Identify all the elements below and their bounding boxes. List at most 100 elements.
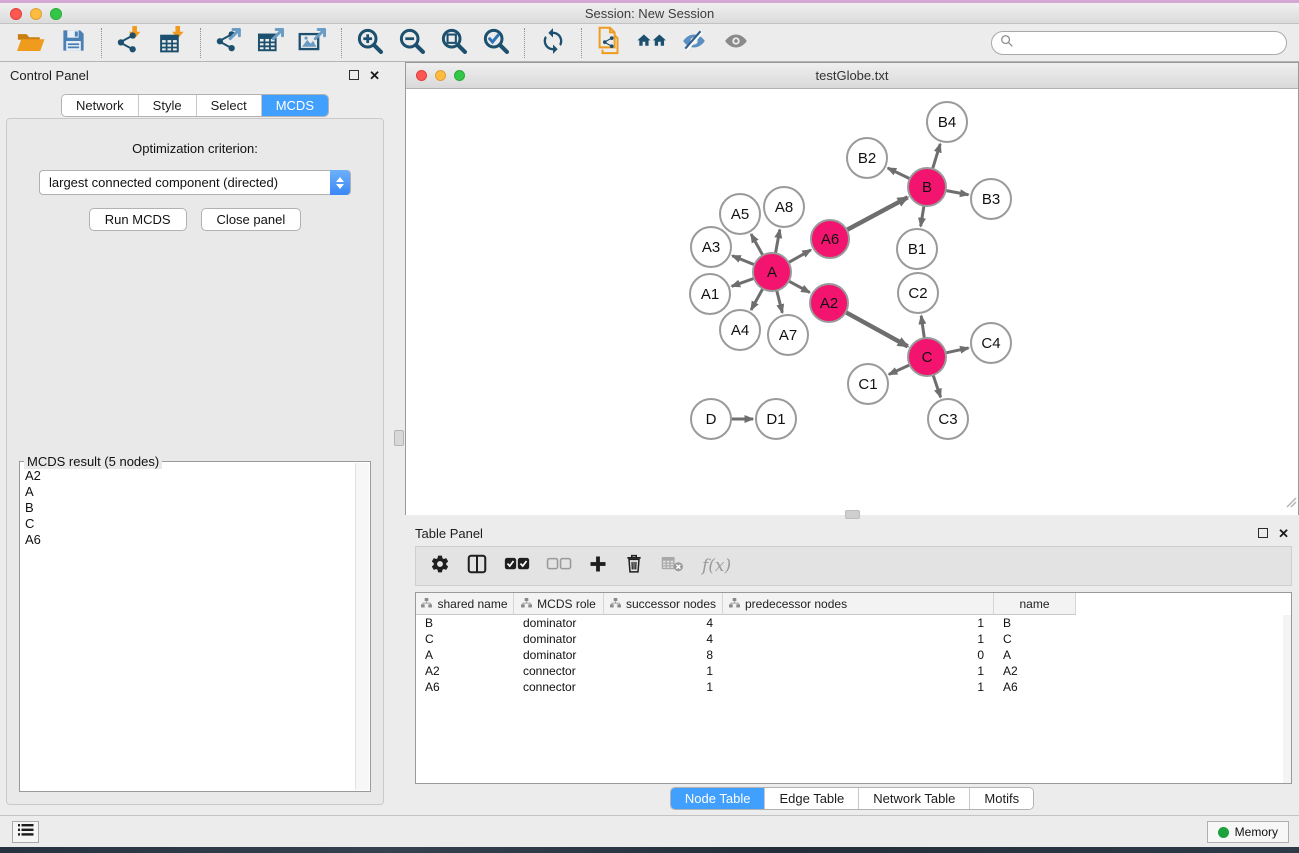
edge-A-A1[interactable]: [732, 278, 754, 286]
edge-C-C2[interactable]: [921, 316, 924, 338]
network-canvas[interactable]: AA1A2A3A4A5A6A7A8BB1B2B3B4CC1C2C3C4DD1: [406, 90, 1298, 515]
edge-A2-C[interactable]: [846, 312, 908, 346]
import-network-button[interactable]: [109, 27, 151, 59]
table-tab-motifs[interactable]: Motifs: [969, 788, 1033, 809]
edge-C-C1[interactable]: [889, 365, 910, 375]
node-A1[interactable]: A1: [690, 274, 730, 314]
node-A7[interactable]: A7: [768, 315, 808, 355]
float-panel-icon[interactable]: [349, 70, 359, 80]
edge-A-A6[interactable]: [789, 250, 811, 263]
close-panel-icon[interactable]: ✕: [369, 69, 380, 82]
table-row[interactable]: Adominator80A: [416, 647, 1291, 663]
zoom-in-button[interactable]: [349, 27, 391, 59]
delete-column-button[interactable]: [624, 553, 644, 580]
column-header-shared-name[interactable]: shared name: [416, 593, 514, 615]
panel-divider-grip[interactable]: [394, 430, 404, 446]
edge-B-B4[interactable]: [933, 144, 941, 169]
tab-style[interactable]: Style: [138, 95, 196, 116]
column-header-successor-nodes[interactable]: successor nodes: [604, 593, 723, 615]
zoom-fit-button[interactable]: [433, 27, 475, 59]
table-row[interactable]: Cdominator41C: [416, 631, 1291, 647]
settings-gear-button[interactable]: [430, 554, 450, 579]
table-scrollbar[interactable]: [1283, 615, 1291, 783]
zoom-selected-button[interactable]: [475, 27, 517, 59]
node-B2[interactable]: B2: [847, 138, 887, 178]
table-row[interactable]: Bdominator41B: [416, 615, 1291, 631]
overview-home-button[interactable]: [631, 27, 673, 59]
save-session-button[interactable]: [52, 27, 94, 59]
edge-A6-B[interactable]: [847, 197, 908, 230]
edge-A-A2[interactable]: [789, 281, 810, 292]
mcds-result-item[interactable]: A: [22, 484, 354, 500]
tab-select[interactable]: Select: [196, 95, 261, 116]
export-network-button[interactable]: [208, 27, 250, 59]
mcds-result-item[interactable]: A2: [22, 468, 354, 484]
edge-B-B1[interactable]: [921, 206, 924, 227]
search-input[interactable]: [1019, 36, 1278, 51]
edge-A-A4[interactable]: [751, 289, 763, 310]
column-header-name[interactable]: name: [994, 593, 1076, 615]
node-B4[interactable]: B4: [927, 102, 967, 142]
node-A4[interactable]: A4: [720, 310, 760, 350]
close-network-button[interactable]: [416, 70, 427, 81]
clone-network-button[interactable]: [589, 27, 631, 59]
minimize-network-button[interactable]: [435, 70, 446, 81]
node-C1[interactable]: C1: [848, 364, 888, 404]
minimize-window-button[interactable]: [30, 8, 42, 20]
export-image-button[interactable]: [292, 27, 334, 59]
node-B1[interactable]: B1: [897, 229, 937, 269]
select-all-checkboxes-button[interactable]: [504, 556, 530, 577]
edge-C-C3[interactable]: [933, 375, 941, 397]
table-row[interactable]: A6connector11A6: [416, 679, 1291, 695]
node-D[interactable]: D: [691, 399, 731, 439]
node-C4[interactable]: C4: [971, 323, 1011, 363]
edge-C-C4[interactable]: [946, 348, 969, 353]
edge-A-A7[interactable]: [777, 290, 783, 312]
table-tab-network-table[interactable]: Network Table: [858, 788, 969, 809]
mcds-result-item[interactable]: B: [22, 500, 354, 516]
table-tab-node-table[interactable]: Node Table: [671, 788, 765, 809]
table-row[interactable]: A2connector11A2: [416, 663, 1291, 679]
zoom-network-button[interactable]: [454, 70, 465, 81]
import-table-button[interactable]: [151, 27, 193, 59]
node-D1[interactable]: D1: [756, 399, 796, 439]
mcds-result-item[interactable]: A6: [22, 532, 354, 548]
open-session-button[interactable]: [10, 27, 52, 59]
edge-A-A5[interactable]: [751, 234, 763, 255]
node-C2[interactable]: C2: [898, 273, 938, 313]
export-table-button[interactable]: [250, 27, 292, 59]
deselect-all-checkboxes-button[interactable]: [546, 556, 572, 577]
node-A6[interactable]: A6: [811, 220, 849, 258]
refresh-layout-button[interactable]: [532, 27, 574, 59]
horizontal-splitter-handle[interactable]: [845, 510, 860, 519]
node-A3[interactable]: A3: [691, 227, 731, 267]
show-all-button[interactable]: [715, 27, 757, 59]
search-field[interactable]: [991, 31, 1287, 55]
node-B3[interactable]: B3: [971, 179, 1011, 219]
close-window-button[interactable]: [10, 8, 22, 20]
edge-B-B2[interactable]: [888, 168, 910, 179]
edge-A-A8[interactable]: [775, 230, 779, 254]
float-table-panel-icon[interactable]: [1258, 528, 1268, 538]
run-mcds-button[interactable]: Run MCDS: [89, 208, 187, 231]
add-column-button[interactable]: [588, 554, 608, 579]
close-panel-button[interactable]: Close panel: [201, 208, 302, 231]
node-A8[interactable]: A8: [764, 187, 804, 227]
task-history-button[interactable]: [12, 821, 39, 843]
function-builder-button[interactable]: f(x): [702, 556, 731, 576]
node-C[interactable]: C: [908, 338, 946, 376]
table-tab-edge-table[interactable]: Edge Table: [764, 788, 858, 809]
tab-mcds[interactable]: MCDS: [261, 95, 328, 116]
zoom-window-button[interactable]: [50, 8, 62, 20]
memory-button[interactable]: Memory: [1207, 821, 1289, 843]
zoom-out-button[interactable]: [391, 27, 433, 59]
window-resize-grip[interactable]: [1285, 495, 1297, 513]
mcds-result-item[interactable]: C: [22, 516, 354, 532]
hide-selected-button[interactable]: [673, 27, 715, 59]
edge-A-A3[interactable]: [732, 256, 754, 265]
node-table[interactable]: shared nameMCDS rolesuccessor nodesprede…: [415, 592, 1292, 784]
edge-B-B3[interactable]: [946, 191, 969, 195]
criterion-dropdown[interactable]: largest connected component (directed): [39, 170, 351, 195]
column-header-MCDS-role[interactable]: MCDS role: [514, 593, 604, 615]
close-table-panel-icon[interactable]: ✕: [1278, 527, 1289, 540]
